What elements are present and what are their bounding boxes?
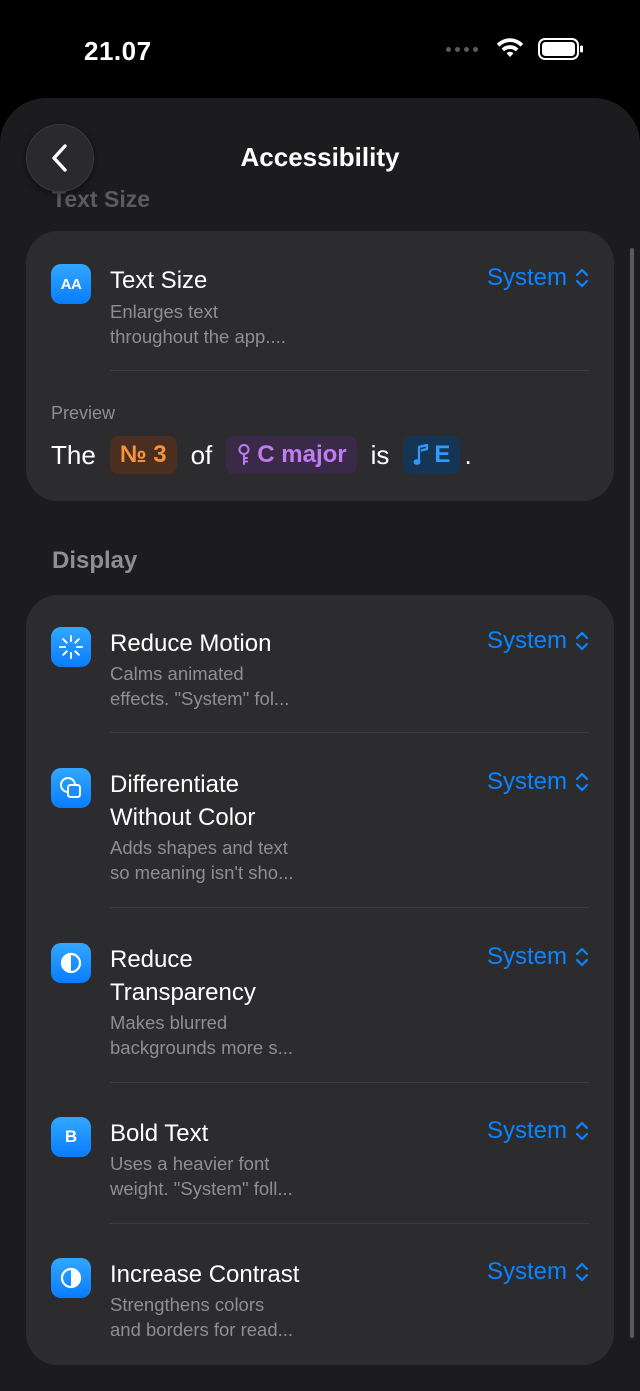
bold-text-title: Bold Text [110,1120,209,1147]
bold-text-picker[interactable]: System [487,1117,589,1145]
battery-icon [538,38,583,60]
text-size-value: System [486,264,567,291]
key-chip-label: C major [257,441,347,468]
chevron-up-down-icon [575,268,589,288]
bold-text-row[interactable]: B Bold Text Uses a heavier font weight. … [26,1083,614,1223]
increase-contrast-subtitle-line2: and borders for read... [110,1319,294,1340]
reduce-transparency-title-line2: Transparency [110,979,256,1006]
preview-word: is [370,439,390,470]
differentiate-title-line1: Differentiate [110,771,239,798]
increase-contrast-row[interactable]: Increase Contrast Strengthens colors and… [26,1224,614,1364]
reduce-motion-picker[interactable]: System [487,627,589,655]
differentiate-value: System [486,768,567,795]
text-size-subtitle-line2: throughout the app.... [110,326,286,347]
text-size-icon: AA [51,264,91,304]
text-size-row[interactable]: AA Text Size Enlarges text throughout th… [26,231,614,371]
bold-text-subtitle-line1: Uses a heavier font [110,1153,270,1174]
reduce-transparency-title-line1: Reduce [110,946,193,973]
scrollbar[interactable] [630,248,634,1338]
chevron-up-down-icon [575,772,589,792]
preview-word: The [51,439,96,470]
half-circle-icon [51,943,91,983]
reduce-motion-title: Reduce Motion [110,630,272,657]
text-size-picker[interactable]: System [487,264,589,292]
text-size-card: AA Text Size Enlarges text throughout th… [26,231,614,501]
status-bar: 21.07 [0,0,640,100]
half-circle-glyph [60,952,82,974]
key-icon [238,444,250,465]
text-size-title: Text Size [110,267,208,294]
chevron-up-down-icon [575,1262,589,1282]
bold-text-subtitle-line2: weight. "System" foll... [110,1178,293,1199]
differentiate-without-color-row[interactable]: Differentiate Without Color Adds shapes … [26,733,614,908]
bold-b-icon: B [51,1117,91,1157]
key-chip: C major [226,436,357,474]
preview-label: Preview [51,403,116,423]
display-card: Reduce Motion Calms animated effects. "S… [26,595,614,1365]
increase-contrast-picker[interactable]: System [487,1258,589,1286]
preview-period: . [464,439,472,470]
page-title: Accessibility [240,142,400,172]
reduce-motion-value: System [486,627,567,654]
shapes-icon [51,768,91,808]
status-icons [446,38,584,60]
text-size-icon-label: AA [60,275,82,293]
note-chip-label: E [434,441,451,468]
chevron-up-down-icon [575,1121,589,1141]
increase-contrast-subtitle-line1: Strengthens colors [110,1294,265,1315]
reduce-transparency-picker[interactable]: System [487,943,589,971]
wifi-icon [496,38,524,57]
bold-b-glyph: B [64,1127,78,1146]
number-chip: № 3 [109,436,177,474]
display-section-header: Display [52,547,138,574]
preview-sentence: The № 3 of C major is E . [51,435,472,475]
music-note-icon [413,443,429,465]
reduce-transparency-subtitle-line2: backgrounds more s... [110,1037,294,1058]
number-chip-label: № 3 [119,441,167,468]
reduce-transparency-value: System [486,943,567,970]
differentiate-subtitle-line2: so meaning isn't sho... [110,862,294,883]
chevron-up-down-icon [575,947,589,967]
contrast-icon [51,1258,91,1298]
reduce-motion-row[interactable]: Reduce Motion Calms animated effects. "S… [26,595,614,735]
reduce-motion-subtitle-line2: effects. "System" fol... [110,688,290,709]
reduce-transparency-subtitle-line1: Makes blurred [110,1012,228,1033]
shapes-glyph [60,777,81,798]
differentiate-title-line2: Without Color [110,804,256,831]
signal-dots-icon [446,46,478,52]
preview-word: of [190,439,213,470]
text-size-subtitle-line1: Enlarges text [110,301,218,322]
divider [110,370,589,371]
status-time: 21.07 [84,36,152,66]
increase-contrast-value: System [486,1258,567,1285]
settings-sheet: Text Size Accessibility AA Text Size Enl… [0,98,640,1391]
bold-text-value: System [486,1117,567,1144]
sparkle-icon [51,627,91,667]
differentiate-picker[interactable]: System [487,768,589,796]
note-chip: E [403,436,461,474]
navigation-bar: Accessibility [0,98,640,218]
reduce-motion-subtitle-line1: Calms animated [110,663,244,684]
contrast-glyph [60,1267,82,1289]
reduce-transparency-row[interactable]: Reduce Transparency Makes blurred backgr… [26,908,614,1083]
increase-contrast-title: Increase Contrast [110,1261,300,1288]
sparkle-glyph [59,635,83,659]
chevron-up-down-icon [575,631,589,651]
differentiate-subtitle-line1: Adds shapes and text [110,837,288,858]
